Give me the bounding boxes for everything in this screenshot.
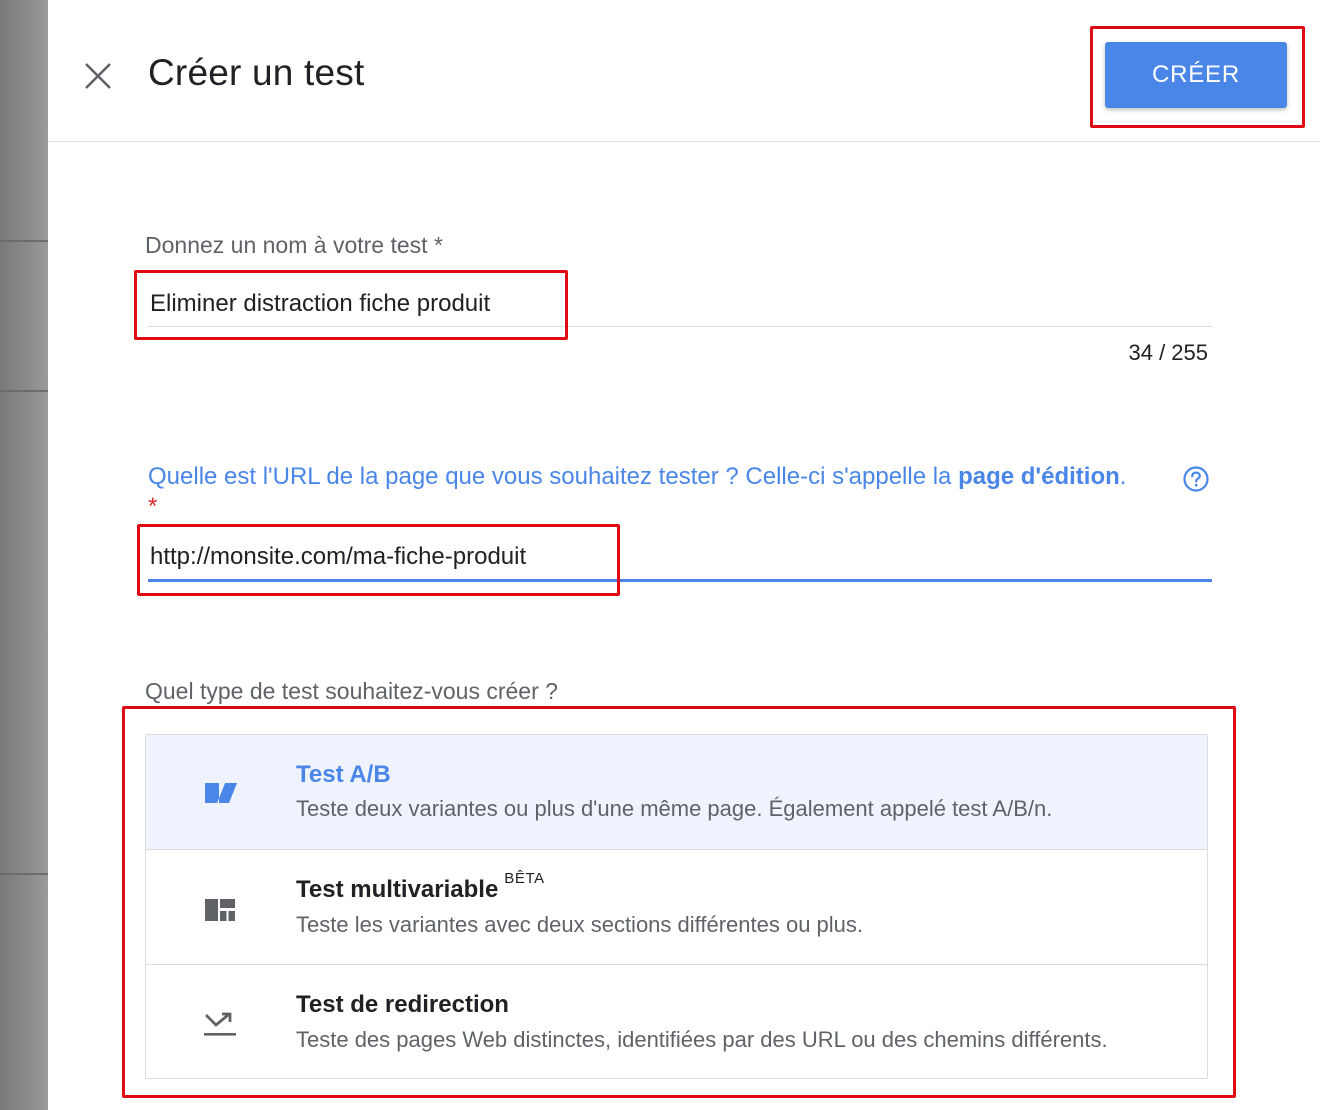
create-button[interactable]: CRÉER bbox=[1105, 42, 1287, 108]
strip-divider bbox=[0, 240, 48, 242]
test-type-option-multivariate[interactable]: Test multivariable BÊTA Teste les variant… bbox=[146, 849, 1207, 964]
test-type-title: Test A/B bbox=[296, 761, 391, 788]
test-type-description: Teste des pages Web distinctes, identifi… bbox=[296, 1027, 1108, 1052]
ab-test-icon bbox=[205, 783, 237, 803]
multivariate-icon bbox=[205, 899, 235, 921]
test-type-title: Test de redirection bbox=[296, 991, 509, 1018]
strip-divider bbox=[0, 873, 48, 875]
url-label-period: . bbox=[1119, 463, 1127, 490]
test-type-title: Test multivariable BÊTA bbox=[296, 870, 545, 904]
required-mark: * bbox=[148, 493, 158, 520]
help-icon[interactable] bbox=[1181, 464, 1211, 494]
url-field-label: Quelle est l'URL de la page que vous sou… bbox=[148, 462, 1128, 522]
page-title: Créer un test bbox=[148, 52, 365, 93]
beta-badge: BÊTA bbox=[504, 870, 545, 887]
strip-divider bbox=[0, 390, 48, 392]
background-app-strip bbox=[0, 0, 48, 1110]
test-name-input[interactable] bbox=[150, 282, 1212, 326]
test-type-title-text: Test multivariable bbox=[296, 876, 499, 903]
test-type-list: Test A/B Teste deux variantes ou plus d'… bbox=[145, 734, 1208, 1079]
close-icon bbox=[85, 63, 111, 89]
test-type-description: Teste deux variantes ou plus d'une même … bbox=[296, 796, 1053, 821]
test-type-label: Quel type de test souhaitez-vous créer ? bbox=[145, 678, 558, 704]
close-button[interactable] bbox=[80, 58, 116, 94]
url-label-bold: page d'édition bbox=[958, 463, 1120, 490]
test-type-description: Teste les variantes avec deux sections d… bbox=[296, 912, 864, 937]
url-label-text: Quelle est l'URL de la page que vous sou… bbox=[148, 463, 959, 490]
redirect-icon bbox=[204, 1012, 236, 1036]
url-field-underline-focused bbox=[148, 579, 1212, 582]
test-type-option-ab[interactable]: Test A/B Teste deux variantes ou plus d'… bbox=[146, 735, 1207, 850]
test-type-option-redirect[interactable]: Test de redirection Teste des pages Web … bbox=[146, 964, 1207, 1078]
url-input[interactable] bbox=[150, 535, 1212, 579]
name-field-underline bbox=[148, 326, 1212, 327]
character-counter: 34 / 255 bbox=[1128, 340, 1208, 365]
name-field-label: Donnez un nom à votre test * bbox=[145, 232, 443, 258]
